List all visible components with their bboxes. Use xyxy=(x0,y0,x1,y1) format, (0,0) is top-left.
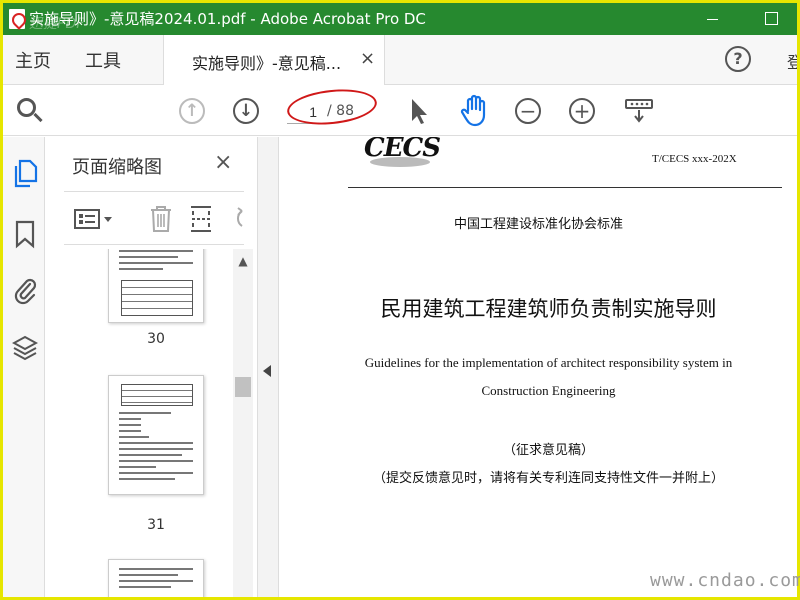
draft-label: （征求意见稿） xyxy=(502,443,594,458)
document-page: CECS T/CECS xxx-202X 中国工程建设标准化协会标准 民用建筑工… xyxy=(280,137,797,597)
thumbnail-panel: 页面缩略图 × 30 31 ▲ xyxy=(46,137,257,597)
document-tab[interactable]: 实施导则》-意见稿... × xyxy=(163,35,385,85)
collapse-panel-arrow-icon[interactable] xyxy=(263,365,271,377)
chinese-title: 民用建筑工程建筑师负责制实施导则 xyxy=(380,297,717,321)
thumbnail-page-number: 30 xyxy=(147,331,165,347)
attachment-icon[interactable] xyxy=(12,275,38,305)
tab-bar: 主页 工具 实施导则》-意见稿... × ? 登 xyxy=(3,35,797,85)
maximize-icon[interactable] xyxy=(761,9,781,29)
previous-page-button[interactable]: ↑ xyxy=(179,98,205,124)
extract-page-icon[interactable] xyxy=(188,204,214,234)
scroll-mode-icon[interactable] xyxy=(625,98,653,124)
submission-note: （提交反馈意见时，请将有关专利连同支持性文件一并附上） xyxy=(372,471,724,486)
scroll-up-arrow[interactable]: ▲ xyxy=(237,255,249,267)
cecs-logo: CECS xyxy=(364,137,448,171)
thumbnail-page-number: 31 xyxy=(147,517,165,533)
site-watermark: www.cndao.com xyxy=(650,570,800,591)
english-title-line-1: Guidelines for the implementation of arc… xyxy=(364,355,733,370)
layers-icon[interactable] xyxy=(12,333,38,363)
page-thumbnail-32[interactable] xyxy=(108,559,204,597)
zoom-out-button[interactable]: − xyxy=(515,98,541,124)
english-title-line-2: Construction Engineering xyxy=(481,383,616,398)
menu-home[interactable]: 主页 xyxy=(15,47,51,73)
sign-in-link[interactable]: 登 xyxy=(787,49,797,73)
document-tab-label: 实施导则》-意见稿... xyxy=(192,54,342,73)
help-icon[interactable]: ? xyxy=(725,46,751,72)
thumbnail-scrollbar[interactable]: ▲ xyxy=(233,249,253,597)
toolbar: ↑ ↓ / 88 − + xyxy=(3,85,797,136)
page-thumbnail-31[interactable] xyxy=(108,375,204,495)
header-rule xyxy=(348,187,782,188)
ghost-watermark: 迅捷PDF xyxy=(29,16,85,32)
panel-title: 页面缩略图 xyxy=(72,157,162,178)
select-pointer-icon[interactable] xyxy=(407,96,431,126)
zoom-in-button[interactable]: + xyxy=(569,98,595,124)
hand-tool-icon[interactable] xyxy=(459,94,491,128)
window-title: 实施导则》-意见稿2024.01.pdf - Adobe Acrobat Pro… xyxy=(29,10,426,28)
next-page-button[interactable]: ↓ xyxy=(233,98,259,124)
panel-splitter[interactable] xyxy=(257,137,279,597)
rotate-page-icon[interactable] xyxy=(230,206,244,232)
standard-code: T/CECS xxx-202X xyxy=(652,153,737,165)
delete-page-icon[interactable] xyxy=(148,204,174,234)
acrobat-app-icon xyxy=(9,9,25,29)
minimize-icon[interactable] xyxy=(703,9,723,29)
left-navigation-rail xyxy=(3,137,45,597)
menu-tools[interactable]: 工具 xyxy=(85,47,121,73)
panel-toolbar xyxy=(64,191,244,245)
bookmark-icon[interactable] xyxy=(12,219,38,249)
thumbnail-options-icon[interactable] xyxy=(74,208,114,232)
thumbnail-list: 30 31 xyxy=(46,249,236,597)
close-tab-icon[interactable]: × xyxy=(360,48,375,69)
title-bar: 实施导则》-意见稿2024.01.pdf - Adobe Acrobat Pro… xyxy=(3,3,797,35)
search-icon[interactable] xyxy=(15,96,45,126)
close-panel-icon[interactable]: × xyxy=(214,150,232,175)
scrollbar-thumb[interactable] xyxy=(235,377,251,397)
acrobat-window: 实施导则》-意见稿2024.01.pdf - Adobe Acrobat Pro… xyxy=(3,3,797,597)
association-name: 中国工程建设标准化协会标准 xyxy=(453,217,623,232)
page-thumbnails-icon[interactable] xyxy=(12,159,38,189)
page-thumbnail-30[interactable] xyxy=(108,249,204,323)
